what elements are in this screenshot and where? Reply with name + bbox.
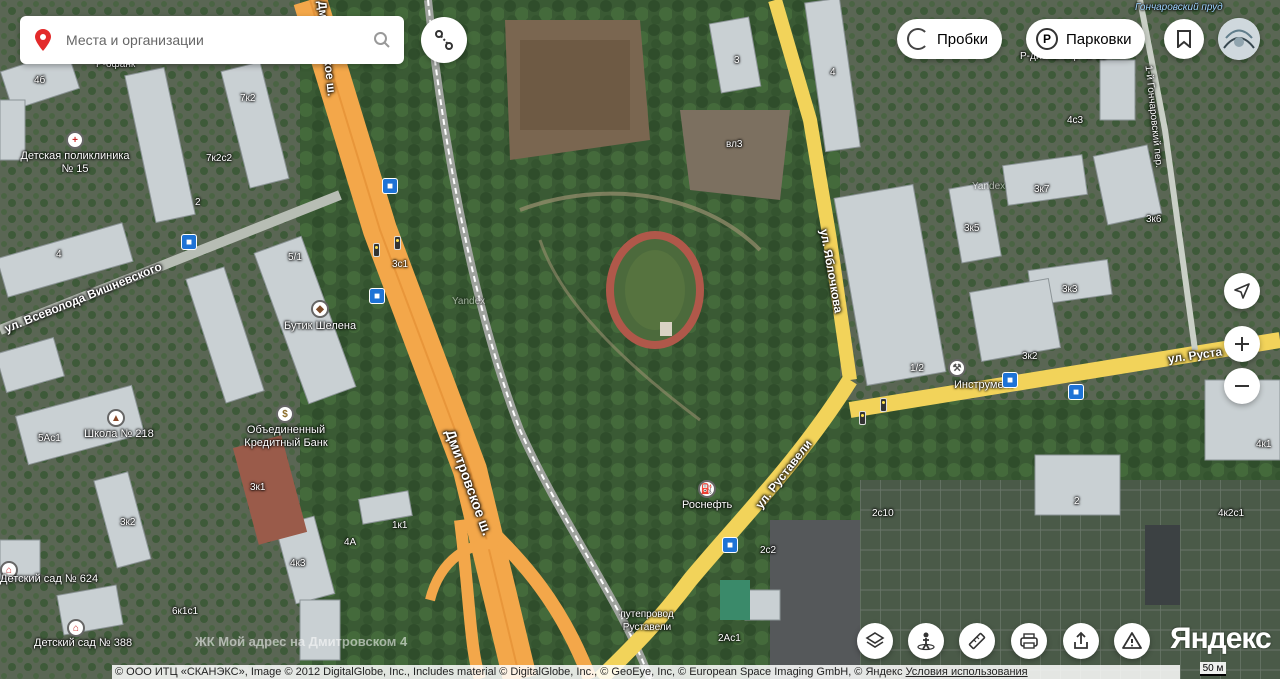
location-pin-icon <box>20 16 66 64</box>
share-button[interactable] <box>1063 623 1099 659</box>
rosneft-label[interactable]: Роснефть <box>682 499 732 512</box>
share-icon <box>1074 631 1088 649</box>
traffic-light-icon <box>373 243 380 257</box>
school-icon[interactable]: ▲ <box>107 409 125 427</box>
parking-icon: P <box>1036 28 1058 50</box>
bus-stop-icon[interactable]: ■ <box>1068 384 1084 400</box>
search-input[interactable] <box>66 20 360 60</box>
house-number: 4к3 <box>290 558 306 569</box>
house-number: 4 <box>56 249 62 260</box>
panorama-button[interactable] <box>908 623 944 659</box>
traffic-icon <box>907 28 929 50</box>
house-number: 2Ас1 <box>718 633 741 644</box>
panorama-person-icon <box>917 632 935 651</box>
polyclinic-label[interactable]: Детская поликлиника № 15 <box>20 150 130 176</box>
copyright-text: © ООО ИТЦ «СКАНЭКС», Image © 2012 Digita… <box>115 666 903 678</box>
traffic-light-icon <box>394 236 401 250</box>
ruler-button[interactable] <box>959 623 995 659</box>
bookmark-icon <box>1177 30 1191 48</box>
overpass-label: путепровод Руставели <box>620 609 674 633</box>
satellite-map[interactable]: ул. Всеволода Вишневского Дмитровское ш.… <box>0 0 1280 679</box>
house-number: 5Ас1 <box>38 433 61 444</box>
terms-link[interactable]: Условия использования <box>906 666 1028 678</box>
minus-icon <box>1235 385 1249 387</box>
house-number: 4с3 <box>1067 115 1084 126</box>
house-number: 3 <box>734 55 740 66</box>
yandex-logo[interactable]: Яндекс <box>1170 622 1272 656</box>
routes-icon <box>435 30 453 50</box>
bank-icon[interactable]: $ <box>276 405 294 423</box>
complex-label[interactable]: ЖК Мой адрес на Дмитровском 4 <box>195 634 407 649</box>
locate-arrow-icon <box>1234 283 1250 299</box>
building-vl3-label: вл3 <box>726 139 743 150</box>
shopping-bag-icon[interactable]: ◆ <box>311 300 329 318</box>
house-number: 7к2 <box>240 93 256 104</box>
house-number: 4б <box>34 75 46 86</box>
butik-label[interactable]: Бутик Шелена <box>284 320 356 333</box>
map-imagery <box>0 0 1280 679</box>
pond-label: Гончаровский пруд <box>1135 2 1223 13</box>
house-number: 2с2 <box>760 545 777 556</box>
zoom-in-button[interactable] <box>1224 326 1260 362</box>
bus-stop-icon[interactable]: ■ <box>382 178 398 194</box>
ruler-icon <box>968 632 986 650</box>
parking-label: Парковки <box>1066 30 1132 48</box>
layers-icon <box>865 632 885 648</box>
yandex-watermark-1: Yandex <box>452 296 486 307</box>
bus-stop-icon[interactable]: ■ <box>722 537 738 553</box>
traffic-label: Пробки <box>937 30 988 48</box>
house-number: 3к3 <box>1062 284 1078 295</box>
zoom-out-button[interactable] <box>1224 368 1260 404</box>
scale-bar: 50 м <box>1200 662 1226 676</box>
traffic-light-icon <box>859 411 866 425</box>
search-icon[interactable] <box>360 16 404 64</box>
house-number: 2с10 <box>872 508 894 519</box>
house-number: 7к2с2 <box>206 153 233 164</box>
warning-icon <box>1122 632 1142 649</box>
traffic-button[interactable]: Пробки <box>897 19 1002 59</box>
house-number: 3к1 <box>250 482 266 493</box>
house-number: 4к1 <box>1256 439 1272 450</box>
bookmarks-button[interactable] <box>1164 19 1204 59</box>
print-icon <box>1020 633 1038 649</box>
parking-button[interactable]: P Парковки <box>1026 19 1146 59</box>
traffic-light-icon <box>880 398 887 412</box>
house-number: 5/1 <box>288 252 302 263</box>
tools-icon[interactable]: ⚒ <box>948 359 966 377</box>
layers-button[interactable] <box>857 623 893 659</box>
house-number: 3с1 <box>392 259 409 270</box>
kindergarten-624-label[interactable]: Детский сад № 624 <box>0 573 98 586</box>
avatar[interactable] <box>1218 18 1260 60</box>
bus-stop-icon[interactable]: ■ <box>369 288 385 304</box>
house-number: 3к2 <box>120 517 136 528</box>
school-label[interactable]: Школа № 218 <box>84 428 154 441</box>
house-number: 3к5 <box>964 223 980 234</box>
house-number: 1к1 <box>392 520 408 531</box>
yandex-watermark-2: Yandex <box>972 181 1006 192</box>
house-number: 3к7 <box>1034 184 1050 195</box>
house-number: 4к2с1 <box>1218 508 1245 519</box>
house-number: 1/2 <box>910 363 924 374</box>
bus-stop-icon[interactable]: ■ <box>181 234 197 250</box>
bus-stop-icon[interactable]: ■ <box>1002 372 1018 388</box>
house-number: 4А <box>344 537 357 548</box>
house-number: 2 <box>195 197 201 208</box>
bank-label[interactable]: Объединенный Кредитный Банк <box>236 424 336 450</box>
house-number: 4 <box>830 67 836 78</box>
kindergarten-388-label[interactable]: Детский сад № 388 <box>34 637 132 650</box>
search-bar[interactable] <box>20 16 404 64</box>
hospital-icon[interactable]: + <box>66 131 84 149</box>
routes-button[interactable] <box>421 17 467 63</box>
plus-icon <box>1235 337 1249 351</box>
kindergarten-388-icon[interactable]: ⌂ <box>67 619 85 637</box>
house-number: 2 <box>1074 496 1080 507</box>
house-number: 6к1с1 <box>172 606 199 617</box>
house-number: 3к2 <box>1022 351 1038 362</box>
gas-station-icon[interactable]: ⛽ <box>698 480 716 498</box>
locate-button[interactable] <box>1224 273 1260 309</box>
house-number: 3к6 <box>1146 214 1162 225</box>
print-button[interactable] <box>1011 623 1047 659</box>
copyright-bar: © ООО ИТЦ «СКАНЭКС», Image © 2012 Digita… <box>112 665 1180 679</box>
report-button[interactable] <box>1114 623 1150 659</box>
